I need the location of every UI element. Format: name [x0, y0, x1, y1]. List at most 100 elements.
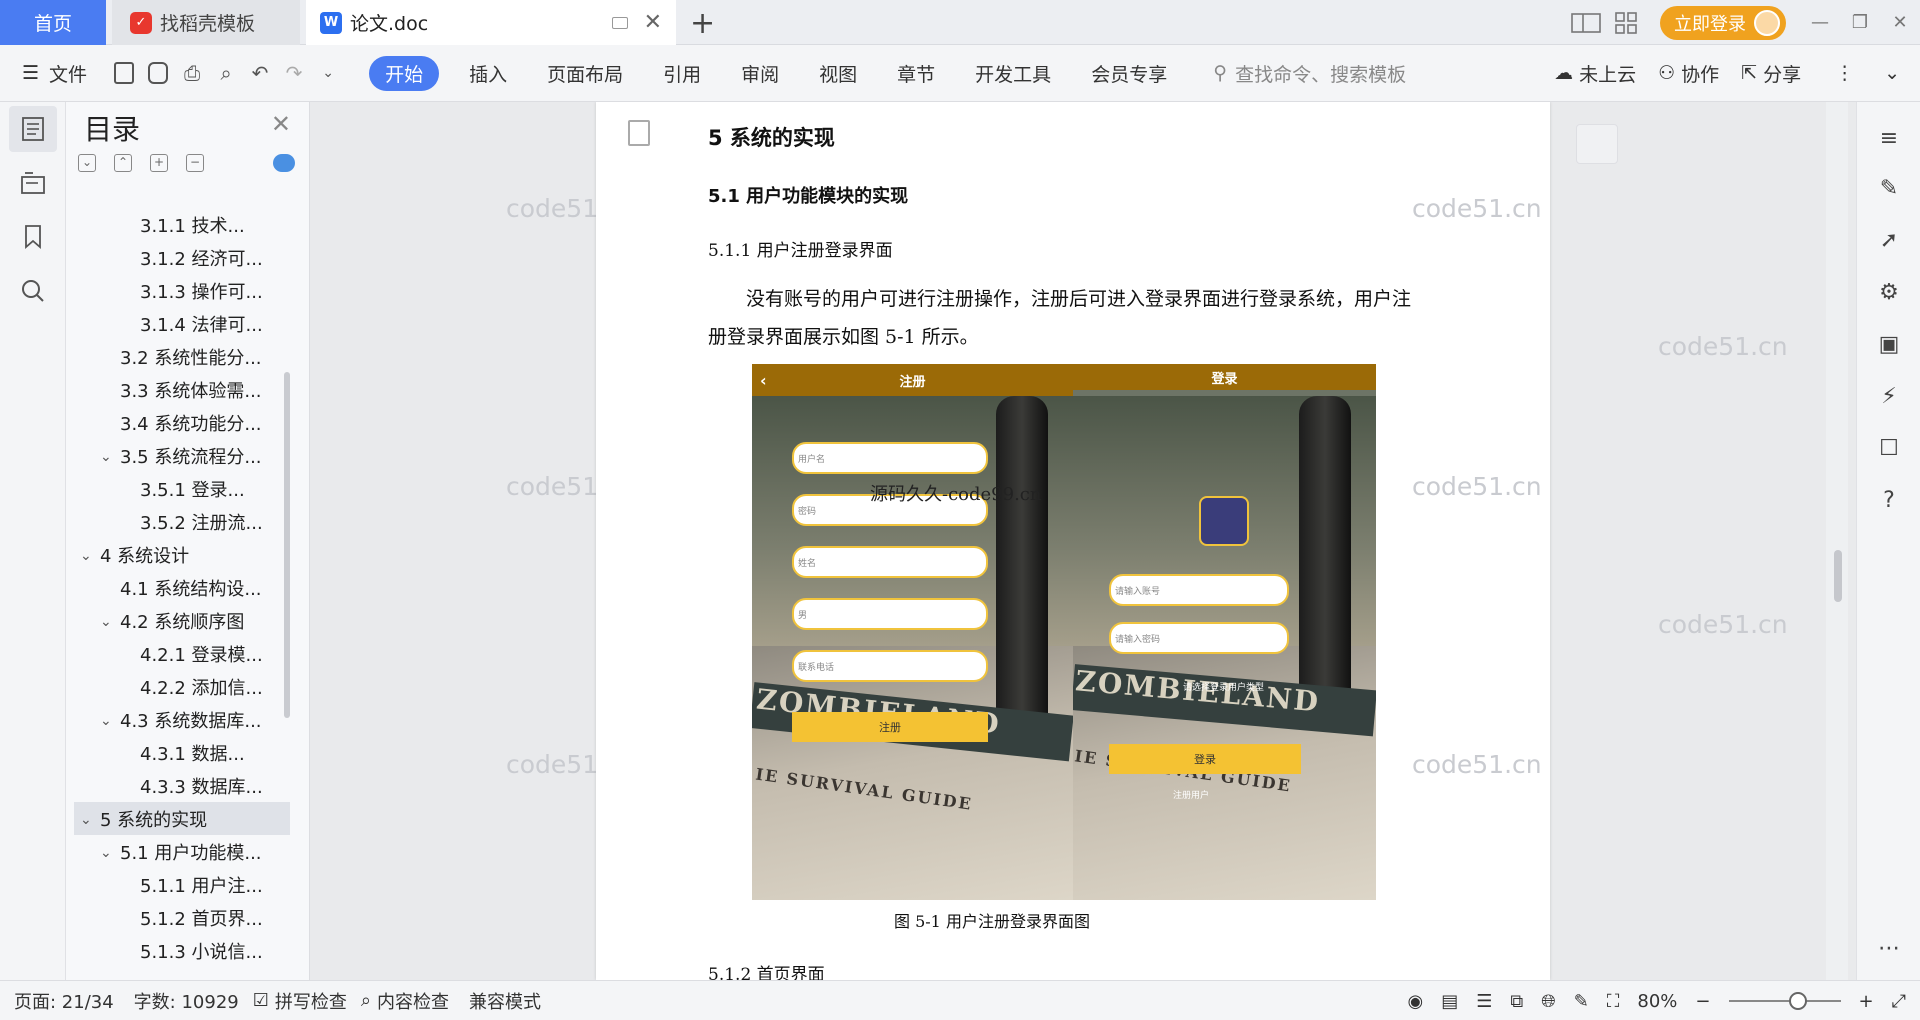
- layout-icon[interactable]: [1566, 12, 1606, 33]
- remove-heading-icon[interactable]: −: [186, 154, 204, 172]
- toc-item[interactable]: 3.5.1 登录...: [74, 472, 290, 505]
- menu-developer[interactable]: 开发工具: [955, 60, 1071, 87]
- reader-icon[interactable]: ☐: [1875, 434, 1903, 462]
- help-icon[interactable]: ?: [1875, 486, 1903, 514]
- toc-item[interactable]: 5.1.2 首页界...: [74, 901, 290, 934]
- window-mode-icon[interactable]: [612, 16, 628, 29]
- tab-home[interactable]: 首页: [0, 0, 106, 45]
- collapse-all-icon[interactable]: ⌄: [78, 154, 96, 172]
- web-view-icon[interactable]: 🌐︎: [1541, 991, 1555, 1012]
- sliders-icon[interactable]: ⚙: [1875, 278, 1903, 306]
- menu-page-layout[interactable]: 页面布局: [527, 60, 643, 87]
- print-icon[interactable]: ⎙: [175, 56, 209, 90]
- minimize-icon[interactable]: —: [1800, 12, 1840, 33]
- toc-item[interactable]: 4.2.1 登录模...: [74, 637, 290, 670]
- menu-view[interactable]: 视图: [799, 60, 877, 87]
- toc-item[interactable]: 4.2.2 添加信...: [74, 670, 290, 703]
- command-search[interactable]: ⚲ 查找命令、搜索模板: [1213, 60, 1406, 87]
- close-window-icon[interactable]: ✕: [1880, 12, 1920, 33]
- menu-start[interactable]: 开始: [369, 55, 440, 91]
- bookmark-icon[interactable]: [9, 214, 57, 260]
- more-tools-icon[interactable]: ⋯: [1875, 934, 1903, 962]
- expand-chevron-icon[interactable]: ⌄: [100, 614, 114, 630]
- print-preview-icon[interactable]: ⌕: [209, 56, 243, 90]
- toc-item[interactable]: ⌄ 5 系统的实现: [74, 802, 290, 835]
- more-options-icon[interactable]: ⋮: [1835, 62, 1854, 84]
- menu-review[interactable]: 审阅: [721, 60, 799, 87]
- expand-chevron-icon[interactable]: ⌄: [100, 845, 114, 861]
- login-button[interactable]: 立即登录: [1660, 5, 1786, 40]
- share-button[interactable]: ⇱ 分享: [1741, 60, 1801, 87]
- scrollbar-thumb[interactable]: [1834, 550, 1842, 602]
- toc-panel-icon[interactable]: [9, 106, 57, 152]
- document-page[interactable]: 5 系统的实现 5.1 用户功能模块的实现 5.1.1 用户注册登录界面 没有账…: [596, 102, 1550, 980]
- toc-item[interactable]: 3.1.2 经济可...: [74, 241, 290, 274]
- reading-view-icon[interactable]: ⧉: [1510, 991, 1523, 1012]
- expand-chevron-icon[interactable]: ⌄: [80, 812, 94, 828]
- smart-toc-toggle[interactable]: [273, 154, 295, 172]
- toc-item[interactable]: ⌄ 4.2 系统顺序图: [74, 604, 290, 637]
- expand-chevron-icon[interactable]: ⌄: [100, 713, 114, 729]
- toc-item[interactable]: 5.1.1 用户注...: [74, 868, 290, 901]
- select-cursor-icon[interactable]: ➚: [1875, 226, 1903, 254]
- zoom-level[interactable]: 80%: [1637, 991, 1677, 1012]
- toc-item[interactable]: 3.5.2 注册流...: [74, 505, 290, 538]
- drag-handle-icon[interactable]: ≡: [1875, 124, 1903, 152]
- close-toc-icon[interactable]: ✕: [271, 110, 291, 138]
- quick-access-dropdown-icon[interactable]: ⌄: [311, 56, 345, 90]
- toc-item[interactable]: 3.3 系统体验需...: [74, 373, 290, 406]
- toc-item[interactable]: 4.3.1 数据...: [74, 736, 290, 769]
- document-scrollbar[interactable]: [1826, 102, 1848, 980]
- page-view-icon[interactable]: ▤: [1441, 991, 1458, 1012]
- page-indicator[interactable]: 页面: 21/34: [14, 988, 114, 1014]
- collapse-ribbon-icon[interactable]: ⌄: [1884, 62, 1900, 84]
- collab-button[interactable]: ⚇ 协作: [1658, 60, 1719, 87]
- save-icon[interactable]: [107, 56, 141, 90]
- tab-template[interactable]: ✓ 找稻壳模板: [112, 0, 300, 45]
- expand-all-icon[interactable]: ⌃: [114, 154, 132, 172]
- side-bookmark-icon[interactable]: [1576, 124, 1618, 164]
- annotation-icon[interactable]: ✎: [1574, 991, 1589, 1012]
- ai-assistant-icon[interactable]: ⚡: [1875, 382, 1903, 410]
- cloud-status[interactable]: ☁ 未上云: [1554, 60, 1636, 87]
- expand-chevron-icon[interactable]: ⌄: [100, 449, 114, 465]
- image-tool-icon[interactable]: ▣: [1875, 330, 1903, 358]
- toc-item[interactable]: 5.1.3 小说信...: [74, 934, 290, 967]
- outline-view-icon[interactable]: ☰: [1476, 991, 1492, 1012]
- toc-item[interactable]: ⌄ 4.3 系统数据库...: [74, 703, 290, 736]
- fit-page-icon[interactable]: ⛶: [1607, 991, 1620, 1012]
- toc-item[interactable]: ⌄ 5.1 用户功能模...: [74, 835, 290, 868]
- tab-document[interactable]: W 论文.doc ✕: [306, 0, 676, 45]
- toc-item[interactable]: 3.4 系统功能分...: [74, 406, 290, 439]
- zoom-in-icon[interactable]: +: [1859, 991, 1874, 1012]
- undo-icon[interactable]: ↶: [243, 56, 277, 90]
- toc-item[interactable]: 3.1.1 技术...: [74, 208, 290, 241]
- fullscreen-icon[interactable]: ⤢: [1892, 991, 1906, 1012]
- toc-item[interactable]: 3.2 系统性能分...: [74, 340, 290, 373]
- close-tab-icon[interactable]: ✕: [644, 10, 662, 35]
- eye-protection-icon[interactable]: ◉: [1408, 991, 1424, 1012]
- zoom-slider[interactable]: [1728, 992, 1841, 1010]
- toc-item[interactable]: ⌄ 4 系统设计: [74, 538, 290, 571]
- content-check[interactable]: ⌕ 内容检查: [361, 988, 449, 1014]
- file-menu[interactable]: ☰ 文件: [22, 60, 87, 87]
- toc-item[interactable]: ⌄ 3.5 系统流程分...: [74, 439, 290, 472]
- zoom-out-icon[interactable]: −: [1695, 991, 1710, 1012]
- export-icon[interactable]: [141, 56, 175, 90]
- pen-icon[interactable]: ✎: [1875, 174, 1903, 202]
- redo-icon[interactable]: ↷: [277, 56, 311, 90]
- navigation-icon[interactable]: [9, 160, 57, 206]
- restore-icon[interactable]: ❐: [1840, 12, 1880, 33]
- toc-item[interactable]: 3.1.4 法律可...: [74, 307, 290, 340]
- menu-chapter[interactable]: 章节: [877, 60, 955, 87]
- add-heading-icon[interactable]: +: [150, 154, 168, 172]
- zoom-slider-knob[interactable]: [1788, 992, 1807, 1010]
- menu-references[interactable]: 引用: [643, 60, 721, 87]
- spell-check[interactable]: ☑ 拼写检查: [253, 988, 347, 1014]
- toc-item[interactable]: 4.1 系统结构设...: [74, 571, 290, 604]
- apps-grid-icon[interactable]: [1606, 11, 1646, 34]
- new-tab-button[interactable]: +: [690, 6, 715, 41]
- menu-member[interactable]: 会员专享: [1071, 60, 1187, 87]
- menu-insert[interactable]: 插入: [449, 60, 527, 87]
- page-menu-icon[interactable]: [628, 120, 650, 146]
